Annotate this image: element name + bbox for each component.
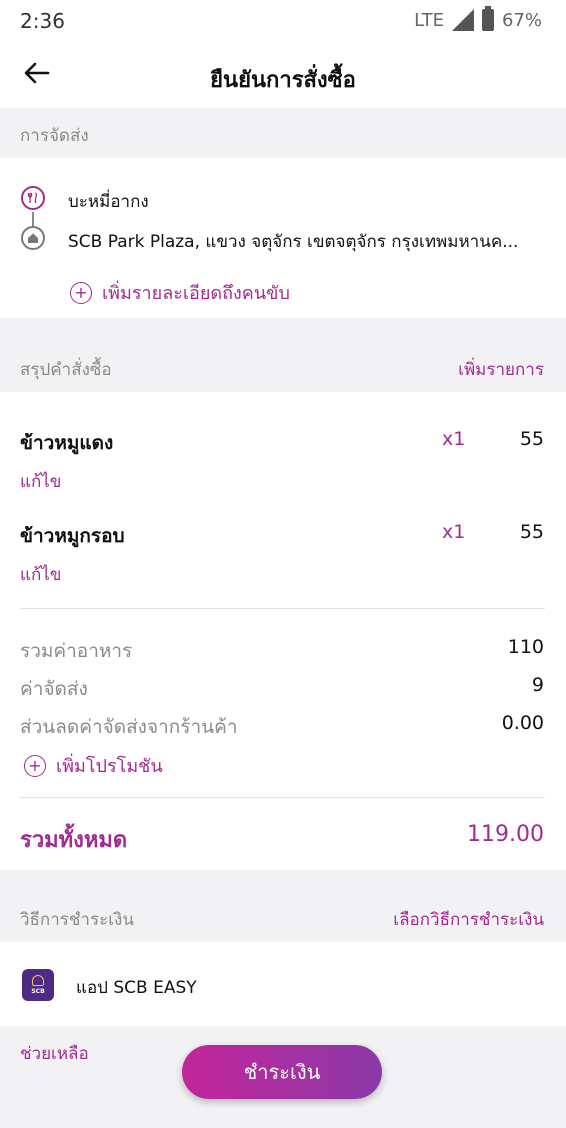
delivery-section-header: การจัดส่ง [0,108,566,158]
divider [20,797,545,798]
payment-method-name: แอป SCB EASY [76,978,197,998]
order-item-name: ข้าวหมูกรอบ [20,525,125,547]
order-card [0,392,566,870]
signal-icon [451,9,474,31]
food-total-value: 110 [507,636,544,658]
order-item-name: ข้าวหมูแดง [20,432,114,454]
add-promotion-label: เพิ่มโปรโมชัน [56,756,163,777]
pay-button[interactable]: ชำระเงิน [182,1045,382,1099]
status-time: 2:36 [20,9,65,33]
choose-payment-link[interactable]: เลือกวิธีการชำระเงิน [393,906,544,933]
plus-circle-icon: + [70,281,92,304]
status-indicators: LTE 67% [414,6,542,31]
help-link[interactable]: ช่วยเหลือ [20,1040,89,1067]
page-title: ยืนยันการสั่งซื้อ [210,68,356,93]
battery-icon [481,6,494,31]
payment-section-label: วิธีการชำระเงิน [20,910,134,930]
delivery-section-label: การจัดส่ง [20,126,89,146]
add-promotion-button[interactable]: + เพิ่มโปรโมชัน [24,751,163,780]
network-type: LTE [414,9,444,31]
bell-icon [32,975,44,986]
status-bar: 2:36 LTE 67% [0,0,566,42]
delivery-fee-value: 9 [531,674,544,696]
home-icon [21,226,45,250]
edit-item-button[interactable]: แก้ไข [20,468,61,495]
logo-text: SCB [31,988,45,995]
restaurant-name: บะหมี่อากง [68,192,149,212]
grand-total-value: 119.00 [467,822,544,847]
delivery-address[interactable]: SCB Park Plaza, แขวง จตุจักร เขตจตุจักร … [68,228,546,255]
edit-item-button[interactable]: แก้ไข [20,561,61,588]
order-section-label: สรุปคำสั่งซื้อ [20,360,112,380]
food-total-label: รวมค่าอาหาร [20,640,133,662]
restaurant-icon [21,186,45,210]
order-item-price: 55 [519,521,544,543]
order-item-price: 55 [519,428,544,450]
divider [20,608,545,609]
app-bar: ยืนยันการสั่งซื้อ [0,42,566,108]
discount-label: ส่วนลดค่าจัดส่งจากร้านค้า [20,716,238,738]
discount-value: 0.00 [501,712,544,734]
add-driver-note-button[interactable]: + เพิ่มรายละเอียดถึงคนขับ [70,278,290,307]
payment-section-header: วิธีการชำระเงิน เลือกวิธีการชำระเงิน [0,892,566,942]
order-item-qty: x1 [442,521,466,543]
battery-percent: 67% [501,9,542,31]
scb-logo-icon: SCB [22,969,54,1001]
grand-total-label: รวมทั้งหมด [20,828,128,853]
plus-circle-icon: + [24,754,46,777]
delivery-fee-label: ค่าจัดส่ง [20,678,88,700]
add-driver-note-label: เพิ่มรายละเอียดถึงคนขับ [102,283,290,304]
order-section-header: สรุปคำสั่งซื้อ เพิ่มรายการ [0,342,566,392]
add-item-link[interactable]: เพิ่มรายการ [458,356,544,383]
order-item-qty: x1 [442,428,466,450]
